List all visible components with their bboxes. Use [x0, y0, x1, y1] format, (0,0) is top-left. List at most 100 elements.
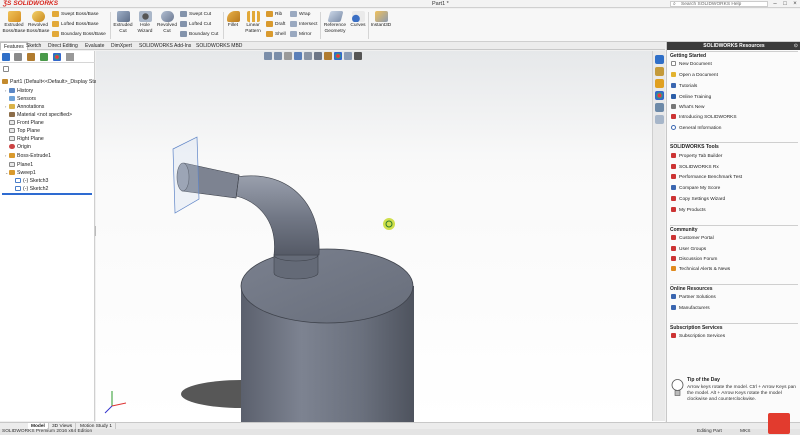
mirror-button[interactable]: Mirror — [290, 30, 312, 39]
curves-button[interactable]: Curves — [349, 11, 367, 29]
extrude-feature-icon — [9, 153, 15, 159]
tab-solidworks-mbd[interactable]: SOLIDWORKS MBD — [193, 42, 245, 50]
online-training-link[interactable]: Online Training — [671, 94, 711, 102]
graphics-area[interactable] — [96, 51, 665, 422]
linear-pattern-button[interactable]: Linear Pattern — [242, 11, 264, 34]
swept-boss-button[interactable]: Swept Boss/Base — [52, 10, 99, 19]
my-products-link[interactable]: My Products — [671, 207, 706, 215]
tab-solidworks-add-ins[interactable]: SOLIDWORKS Add-Ins — [136, 42, 194, 50]
revolved-cut-button[interactable]: Revolved Cut — [156, 11, 178, 34]
whats-new-link[interactable]: What's New — [671, 104, 704, 112]
boundary-boss-button[interactable]: Boundary Boss/Base — [52, 30, 106, 39]
online-resources-title: Online Resources — [670, 286, 713, 292]
design-library-tab-icon[interactable] — [655, 67, 664, 76]
fillet-button[interactable]: Fillet — [225, 11, 241, 29]
copy-settings-icon — [671, 196, 676, 202]
minimize-button[interactable]: – — [770, 0, 780, 8]
tree-item-right-plane[interactable]: Right Plane — [9, 135, 44, 143]
close-button[interactable]: × — [790, 0, 800, 8]
tree-item-origin[interactable]: Origin — [9, 143, 31, 151]
intersect-button[interactable]: Intersect — [290, 20, 317, 29]
help-search-input[interactable]: ⌕ Search SOLIDWORKS Help — [670, 1, 768, 7]
tree-item-plane1[interactable]: Plane1 — [9, 161, 33, 169]
discussion-forum-link[interactable]: Discussion Forum — [671, 256, 717, 264]
swept-cut-icon — [180, 10, 187, 17]
tree-item-material[interactable]: Material <not specified> — [9, 111, 72, 119]
manufacturers-link[interactable]: Manufacturers — [671, 305, 710, 313]
configuration-manager-tab-icon[interactable] — [27, 53, 35, 61]
solidworks-resources-tab-icon[interactable] — [655, 55, 664, 64]
rollback-bar[interactable] — [2, 193, 92, 195]
tree-item-sketch2[interactable]: (-) Sketch2 — [15, 185, 48, 193]
draft-icon — [266, 20, 273, 27]
hole-wizard-button[interactable]: Hole Wizard — [135, 11, 155, 34]
instant3d-button[interactable]: Instant3D — [370, 11, 392, 29]
performance-benchmark-link[interactable]: Performance Benchmark Test — [671, 174, 742, 182]
partner-solutions-link[interactable]: Partner Solutions — [671, 294, 716, 302]
tree-root-part[interactable]: Part1 (Default<<Default>_Display State — [2, 78, 101, 86]
tab-sketch[interactable]: Sketch — [23, 42, 44, 50]
introducing-solidworks-link[interactable]: Introducing SOLIDWORKS — [671, 114, 737, 122]
status-units[interactable]: MKS — [740, 429, 750, 435]
tree-item-front-plane[interactable]: Front Plane — [9, 119, 44, 127]
customer-portal-link[interactable]: Customer Portal — [671, 235, 714, 243]
compare-my-score-link[interactable]: Compare My Score — [671, 185, 720, 193]
info-icon — [671, 125, 676, 131]
pin-icon[interactable]: ⊙ — [794, 42, 798, 50]
solidworks-logo[interactable]: ƷS SOLIDWORKS — [3, 0, 58, 8]
boundary-cut-button[interactable]: Boundary Cut — [180, 30, 218, 39]
expand-tabs-icon[interactable] — [66, 53, 74, 61]
tree-item-boss-extrude1[interactable]: › Boss-Extrude1 — [5, 152, 51, 160]
tree-item-label: Top Plane — [17, 128, 41, 134]
file-explorer-tab-icon[interactable] — [655, 79, 664, 88]
link-label: Online Training — [679, 95, 712, 100]
tab-evaluate[interactable]: Evaluate — [82, 42, 107, 50]
solidworks-rx-link[interactable]: SOLIDWORKS Rx — [671, 164, 719, 172]
tutorials-link[interactable]: Tutorials — [671, 83, 697, 91]
link-label: New Document — [679, 62, 712, 67]
reference-geometry-button[interactable]: Reference Geometry — [322, 11, 348, 34]
extruded-boss-button[interactable]: Extruded Boss/Base — [2, 11, 26, 34]
tree-item-label: Right Plane — [17, 136, 44, 142]
tree-item-sketch3[interactable]: (-) Sketch3 — [15, 177, 48, 185]
feature-manager-tab-icon[interactable] — [2, 53, 10, 61]
lofted-boss-button[interactable]: Lofted Boss/Base — [52, 20, 99, 29]
appearances-tab-icon[interactable] — [655, 91, 664, 100]
swept-cut-button[interactable]: Swept Cut — [180, 10, 211, 19]
separator — [223, 12, 224, 39]
extruded-cut-button[interactable]: Extruded Cut — [112, 11, 134, 34]
property-tab-builder-link[interactable]: Property Tab Builder — [671, 153, 722, 161]
lofted-cut-button[interactable]: Lofted Cut — [180, 20, 211, 29]
tab-dimxpert[interactable]: DimXpert — [108, 42, 135, 50]
draft-button[interactable]: Draft — [266, 20, 285, 29]
new-document-link[interactable]: New Document — [671, 61, 712, 69]
display-manager-tab-icon[interactable] — [53, 53, 61, 61]
filter-icon[interactable] — [3, 66, 9, 72]
tree-item-sweep1[interactable]: ⌄ Sweep1 — [5, 169, 36, 177]
property-manager-tab-icon[interactable] — [14, 53, 22, 61]
maximize-button[interactable]: □ — [780, 0, 790, 8]
link-label: Introducing SOLIDWORKS — [679, 115, 737, 120]
copy-settings-wizard-link[interactable]: Copy Settings Wizard — [671, 196, 725, 204]
tree-item-sensors[interactable]: Sensors — [9, 95, 36, 103]
revolved-boss-button[interactable]: Revolved Boss/Base — [26, 11, 50, 34]
dimxpert-manager-tab-icon[interactable] — [40, 53, 48, 61]
tree-item-top-plane[interactable]: Top Plane — [9, 127, 40, 135]
view-palette-tab-icon[interactable] — [655, 103, 664, 112]
open-document-link[interactable]: Open a Document — [671, 72, 718, 80]
tab-direct-editing[interactable]: Direct Editing — [45, 42, 81, 50]
manufacturers-icon — [671, 305, 676, 311]
tree-item-history[interactable]: › History — [5, 87, 33, 95]
subscription-services-link[interactable]: Subscription Services — [671, 333, 725, 341]
custom-properties-tab-icon[interactable] — [655, 115, 664, 124]
technical-alerts-link[interactable]: Technical Alerts & News — [671, 266, 730, 274]
shell-button[interactable]: Shell — [266, 30, 286, 39]
hole-wizard-label: Hole Wizard — [137, 23, 153, 34]
general-information-link[interactable]: General Information — [671, 125, 721, 133]
wrap-button[interactable]: Wrap — [290, 10, 310, 19]
annotations-icon — [9, 104, 15, 110]
help-search-placeholder: Search SOLIDWORKS Help — [681, 2, 742, 7]
rib-button[interactable]: Rib — [266, 10, 282, 19]
tree-item-annotations[interactable]: › Annotations — [5, 103, 44, 111]
user-groups-link[interactable]: User Groups — [671, 246, 706, 254]
